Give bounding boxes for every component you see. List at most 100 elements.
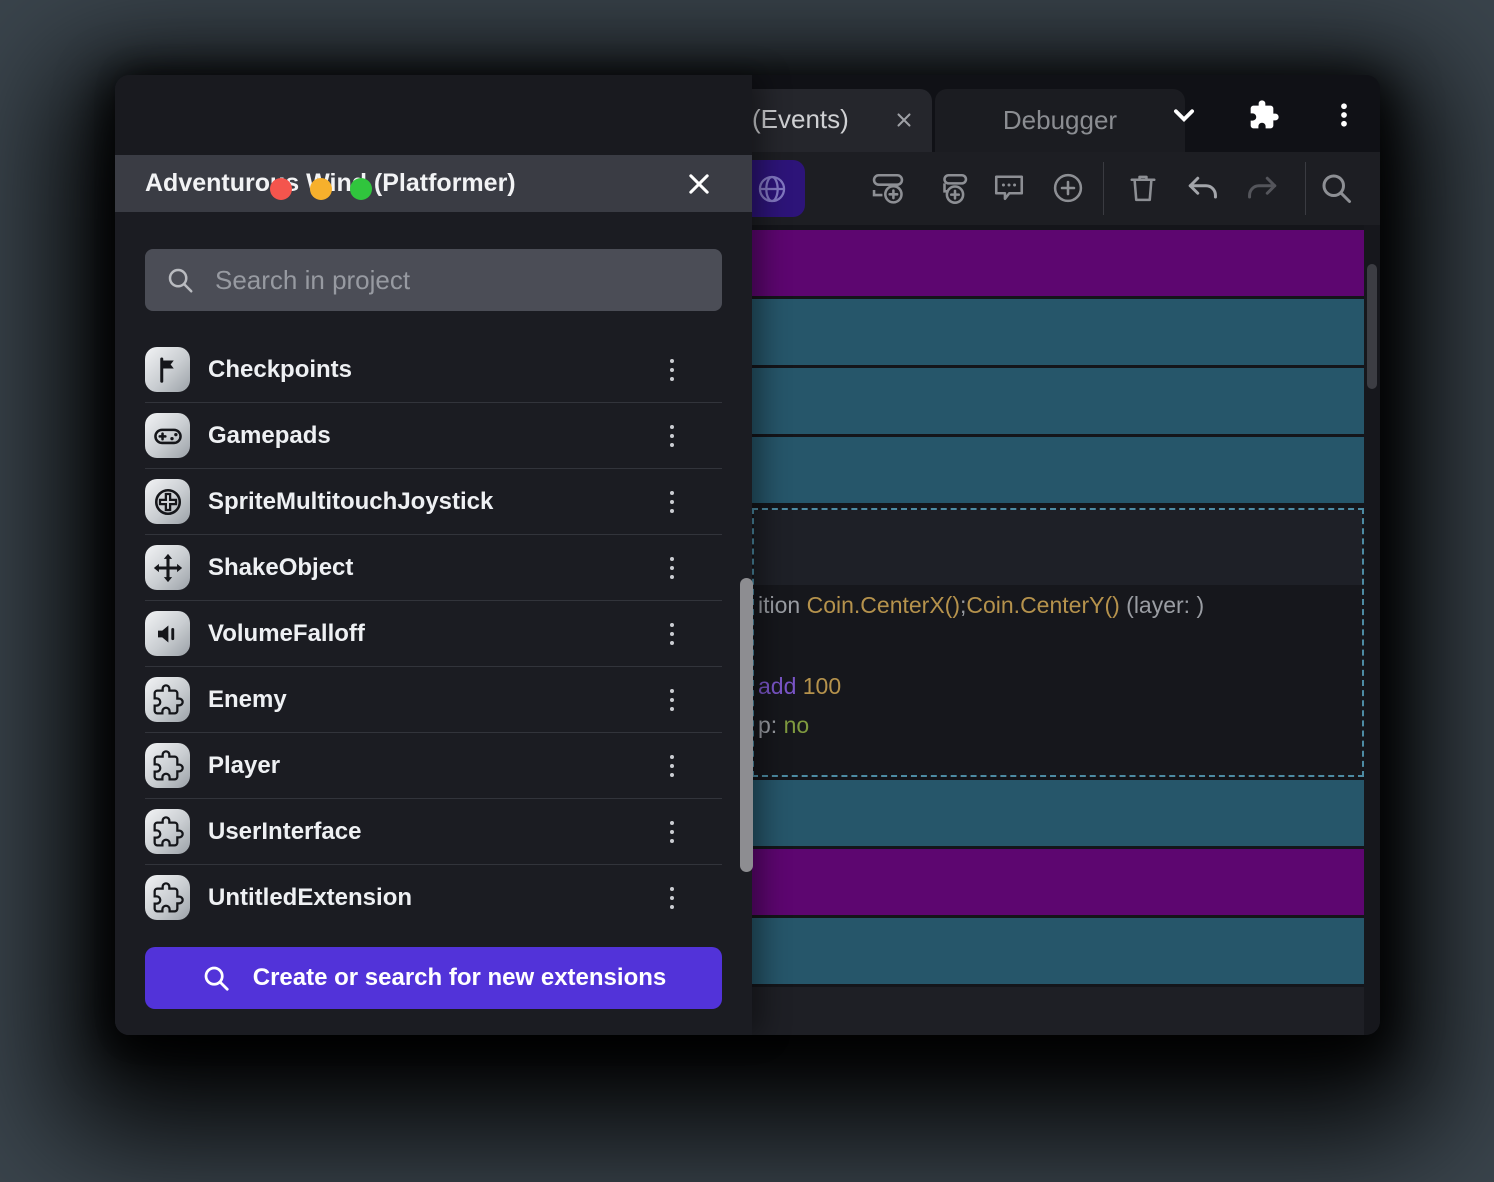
undo-button[interactable] [1181,166,1225,210]
item-menu-kebab-icon[interactable] [654,746,690,786]
tab-debugger[interactable]: Debugger [935,89,1185,152]
condition-segment: Coin.CenterX() [807,592,960,618]
events-scrollbar-track[interactable] [1364,225,1380,1035]
redo-icon [1244,170,1280,206]
minimize-window-button[interactable] [310,178,332,200]
item-menu-kebab-icon[interactable] [654,614,690,654]
search-icon [201,963,231,993]
selected-event[interactable]: ition Coin.CenterX();Coin.CenterY() (lay… [752,508,1364,777]
item-menu-kebab-icon[interactable] [654,482,690,522]
tab-debugger-label: Debugger [1003,105,1117,136]
delete-button[interactable] [1121,166,1165,210]
add-event-icon [870,170,906,206]
add-button[interactable] [1046,166,1090,210]
list-item-label: Gamepads [208,422,331,450]
list-item-checkpoints[interactable]: Checkpoints [145,337,722,403]
action-segment: no [784,712,810,738]
list-item-userinterface[interactable]: UserInterface [145,799,722,865]
toolbar-divider [1103,162,1104,215]
more-options-kebab-icon[interactable] [1324,95,1364,135]
condition-segment: Coin.CenterY() [966,592,1119,618]
list-item-label: UserInterface [208,818,361,846]
desktop-background: { "drawer": { "title": "Adventurous Wind… [0,0,1494,1182]
event-row-teal[interactable] [752,368,1364,434]
panel-scrollbar-thumb[interactable] [740,578,753,872]
event-row-teal[interactable] [752,918,1364,984]
event-row-teal[interactable] [752,299,1364,365]
puzzle-icon [145,677,190,722]
list-item-label: VolumeFalloff [208,620,365,648]
list-item-shakeobject[interactable]: ShakeObject [145,535,722,601]
item-menu-kebab-icon[interactable] [654,350,690,390]
events-scrollbar-thumb[interactable] [1367,264,1377,389]
action-segment: add [758,673,803,699]
list-item-enemy[interactable]: Enemy [145,667,722,733]
undo-icon [1185,170,1221,206]
item-menu-kebab-icon[interactable] [654,548,690,588]
search-icon [1318,170,1354,206]
window-actions [1164,95,1364,135]
puzzle-icon [145,743,190,788]
list-item-label: SpriteMultitouchJoystick [208,488,493,516]
chevron-down-icon[interactable] [1164,95,1204,135]
flag-icon [145,347,190,392]
puzzle-icon [145,809,190,854]
add-subevent-button[interactable] [930,166,974,210]
event-row-purple[interactable] [752,230,1364,296]
list-item-untitledextension[interactable]: UntitledExtension [145,865,722,930]
toolbar-divider [1305,162,1306,215]
event-rows-below [752,780,1364,987]
action-segment: 100 [803,673,841,699]
globe-icon [755,172,789,206]
gamepad-icon [145,413,190,458]
trash-icon [1125,170,1161,206]
list-item-label: Enemy [208,686,287,714]
create-extension-button[interactable]: Create or search for new extensions [145,947,722,1009]
window-titlebar[interactable] [115,75,752,155]
comment-icon [991,170,1027,206]
item-menu-kebab-icon[interactable] [654,878,690,918]
list-item-spritemultitouchjoystick[interactable]: SpriteMultitouchJoystick [145,469,722,535]
item-menu-kebab-icon[interactable] [654,416,690,456]
add-event-button[interactable] [866,166,910,210]
create-extension-label: Create or search for new extensions [253,964,666,992]
list-item-volumefalloff[interactable]: VolumeFalloff [145,601,722,667]
search-events-button[interactable] [1314,166,1358,210]
project-search[interactable] [145,249,722,311]
joystick-icon [145,479,190,524]
add-comment-button[interactable] [987,166,1031,210]
event-row-teal[interactable] [752,780,1364,846]
extensions-puzzle-icon[interactable] [1244,95,1284,135]
event-row-teal[interactable] [752,437,1364,503]
search-icon [165,265,195,295]
puzzle-icon [145,875,190,920]
close-window-button[interactable] [270,178,292,200]
list-item-label: UntitledExtension [208,884,412,912]
project-manager-panel: Adventurous Wind (Platformer) Checkpoint… [115,75,752,1035]
event-rows-above [752,230,1364,506]
item-menu-kebab-icon[interactable] [654,812,690,852]
close-tab-icon[interactable] [890,106,918,134]
list-item-gamepads[interactable]: Gamepads [145,403,722,469]
list-item-label: Checkpoints [208,356,352,384]
speaker-icon [145,611,190,656]
tab-events-label: (Events) [752,104,849,135]
extensions-list: Checkpoints Gamepads SpriteMultitouchJ [145,337,722,930]
redo-button[interactable] [1240,166,1284,210]
event-action-text: p: no [758,710,809,740]
item-menu-kebab-icon[interactable] [654,680,690,720]
close-panel-icon[interactable] [682,167,716,201]
event-action-text: add 100 [758,671,841,701]
event-row-purple[interactable] [752,849,1364,915]
project-manager-header: Adventurous Wind (Platformer) [115,155,752,212]
event-condition-text: ition Coin.CenterX();Coin.CenterY() (lay… [758,590,1204,620]
search-input[interactable] [213,264,702,297]
zoom-window-button[interactable] [350,178,372,200]
list-item-player[interactable]: Player [145,733,722,799]
action-segment: p: [758,712,784,738]
add-subevent-icon [934,170,970,206]
list-item-label: ShakeObject [208,554,353,582]
event-condition-strip [754,510,1362,585]
circle-plus-icon [1050,170,1086,206]
move-icon [145,545,190,590]
